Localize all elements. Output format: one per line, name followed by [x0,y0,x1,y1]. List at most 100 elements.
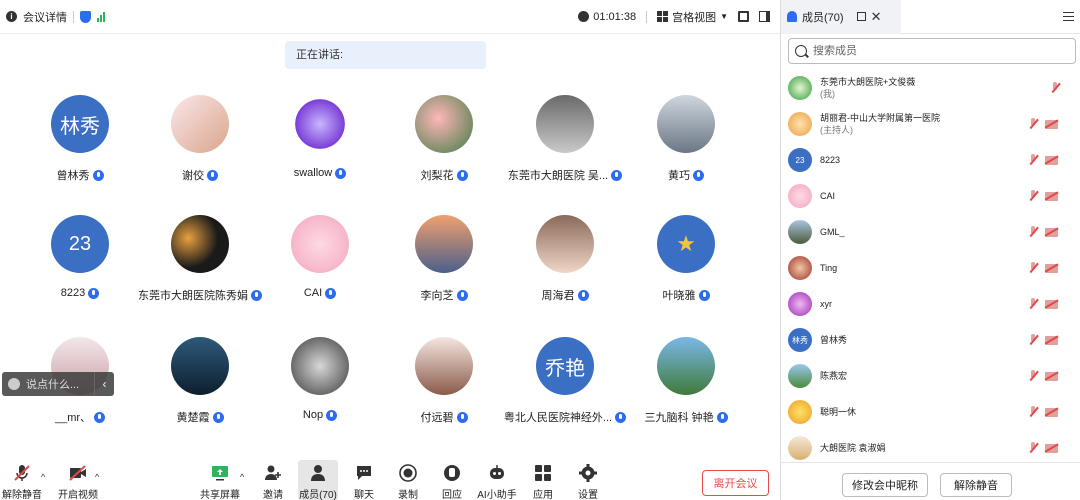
camera-off-icon[interactable] [1045,191,1058,201]
participant-tile[interactable]: 三九脑科 钟艳 [626,337,746,425]
mic-muted-icon[interactable] [1028,154,1038,166]
start-video-button[interactable]: 开启视频 [48,464,108,500]
avatar [415,95,473,153]
participant-name: 周海君 [541,290,575,302]
participant-tile[interactable]: 付远碧 [384,337,504,425]
camera-off-icon[interactable] [1045,299,1058,309]
invite-button[interactable]: 邀请 [243,464,303,500]
member-row[interactable]: xyr [788,289,1078,319]
member-row[interactable]: Ting [788,253,1078,283]
mic-muted-icon[interactable] [1028,406,1038,418]
member-row[interactable]: 聪明一休 [788,397,1078,427]
mic-muted-icon[interactable] [1028,262,1038,274]
member-text: 胡丽君-中山大学附属第一医院 (主持人) [820,112,940,136]
participant-tile[interactable]: 黄楚霞 [140,337,260,425]
member-text: 大朗医院 袁淑娟 [820,442,886,454]
participant-tile[interactable]: 东莞市大朗医院 吴... [505,95,625,183]
members-button[interactable]: 成员(70) [298,460,338,500]
grid-view-icon [657,11,669,22]
member-row[interactable]: 胡丽君-中山大学附属第一医院 (主持人) [788,109,1078,139]
member-search[interactable] [788,38,1076,64]
member-row[interactable]: 东莞市大朗医院+文俊薇 (我) [788,73,1078,103]
participant-tile[interactable]: 23 8223 [20,215,140,299]
member-role: (我) [820,89,835,99]
mic-muted-icon[interactable] [1028,190,1038,202]
participant-tile[interactable]: 谢佼 [140,95,260,183]
camera-off-icon[interactable] [1045,155,1058,165]
mic-muted-icon[interactable] [1028,334,1038,346]
participant-name: 黄巧 [668,170,690,182]
participant-tile[interactable]: CAI [260,215,380,299]
share-screen-button[interactable]: 共享屏幕 [190,464,250,500]
view-mode-label: 宫格视图 [672,11,717,24]
info-icon[interactable]: i [6,11,17,22]
unmute-all-button[interactable]: 解除静音 [940,473,1012,497]
participant-name-row: 8223 [20,287,140,299]
participant-tile[interactable]: 刘梨花 [384,95,504,183]
mic-muted-icon[interactable] [1050,82,1060,94]
participant-tile[interactable]: 黄巧 [626,95,746,183]
member-row[interactable]: CAI [788,181,1078,211]
camera-off-icon[interactable] [1045,371,1058,381]
member-row[interactable]: 大朗医院 袁淑娟 [788,433,1078,463]
participant-name: 东莞市大朗医院 吴... [507,170,609,182]
avatar [788,220,812,244]
chat-icon [355,464,373,482]
shield-icon[interactable] [80,10,91,23]
camera-off-icon[interactable] [1045,407,1058,417]
mic-muted-icon[interactable] [1028,298,1038,310]
start-video-label: 开启视频 [58,490,98,500]
fullscreen-icon[interactable] [738,11,749,22]
camera-off-icon[interactable] [1045,227,1058,237]
leave-meeting-button[interactable]: 离开会议 [702,470,769,496]
member-name: 大朗医院 袁淑娟 [820,443,886,453]
member-row[interactable]: 林秀 曾林秀 [788,325,1078,355]
member-text: 东莞市大朗医院+文俊薇 (我) [820,76,915,100]
member-row[interactable]: 陈燕宏 [788,361,1078,391]
unmute-button[interactable]: 解除静音 [0,464,52,500]
avatar: 林秀 [51,95,109,153]
participant-tile[interactable]: ★ 叶晓雅 [626,215,746,303]
members-tab[interactable]: 成员(70) ✕ [781,0,901,34]
member-row[interactable]: GML_ [788,217,1078,247]
sidebar-toggle-icon[interactable] [759,11,770,22]
participant-tile[interactable]: 乔艳 粤北人民医院神经外... [504,337,627,425]
popout-icon[interactable] [856,12,866,21]
participant-tile[interactable]: 东莞市大朗医院陈秀娟 [138,215,262,303]
chevron-up-icon[interactable]: ^ [41,472,45,482]
camera-off-icon[interactable] [1045,443,1058,453]
chevron-up-icon[interactable]: ^ [95,472,99,482]
camera-off-icon[interactable] [1045,263,1058,273]
participant-name-row: 李向芝 [384,287,504,303]
avatar [291,337,349,395]
menu-icon[interactable] [1063,12,1074,21]
signal-icon[interactable] [97,11,105,22]
gear-icon [579,464,597,482]
mic-muted-icon[interactable] [1028,442,1038,454]
chat-input-bubble[interactable]: 说点什么... ‹ [2,372,114,396]
mic-muted-icon[interactable] [1028,370,1038,382]
participant-tile[interactable]: 林秀 曾林秀 [20,95,140,183]
close-icon[interactable]: ✕ [871,9,882,25]
view-mode-dropdown[interactable]: 宫格视图 ▼ [657,9,728,25]
mic-muted-icon[interactable] [1028,226,1038,238]
participant-tile[interactable]: Nop [260,337,380,421]
member-row[interactable]: 23 8223 [788,145,1078,175]
member-name: Ting [820,263,838,273]
participant-tile[interactable]: 周海君 [505,215,625,303]
participant-name: 谢佼 [182,170,204,182]
meeting-info-link[interactable]: 会议详情 [23,9,67,25]
settings-button[interactable]: 设置 [558,464,618,500]
chevron-left-icon[interactable]: ‹ [94,372,114,396]
camera-off-icon[interactable] [1045,119,1058,129]
emoji-icon[interactable] [8,378,20,390]
search-input[interactable] [813,45,1053,57]
mic-muted-icon[interactable] [1028,118,1038,130]
participant-tile[interactable]: 李向芝 [384,215,504,303]
camera-off-icon[interactable] [1045,335,1058,345]
avatar: 林秀 [788,328,812,352]
rename-button[interactable]: 修改会中昵称 [842,473,928,497]
member-name: 曾林秀 [820,335,848,345]
mic-icon [212,411,224,423]
participant-tile[interactable]: swallow [260,95,380,179]
